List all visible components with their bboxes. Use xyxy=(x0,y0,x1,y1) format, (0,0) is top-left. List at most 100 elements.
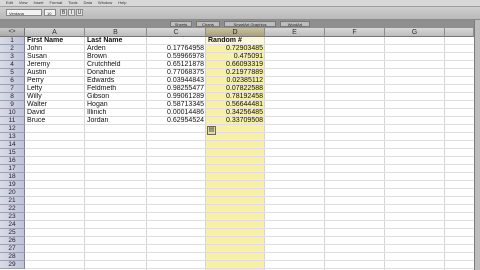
cell-random[interactable]: 0.475091 xyxy=(206,53,265,61)
cell-last-name[interactable]: Crutchfield xyxy=(85,61,147,69)
cell-value-c[interactable]: 0.98255477 xyxy=(147,85,206,93)
header-random[interactable]: Random # xyxy=(206,37,265,45)
underline-button[interactable]: U xyxy=(76,9,83,16)
cell-first-name[interactable]: Austin xyxy=(25,69,85,77)
font-name-select[interactable]: Verdana xyxy=(6,9,42,16)
row-header[interactable]: 10 xyxy=(0,109,25,117)
cell-last-name[interactable]: Hogan xyxy=(85,101,147,109)
row-header[interactable]: 14 xyxy=(0,141,25,149)
row-header[interactable]: 1 xyxy=(0,37,25,45)
bold-button[interactable]: B xyxy=(60,9,67,16)
tab-sheets[interactable]: Sheets xyxy=(170,21,192,27)
cell-first-name[interactable]: Bruce xyxy=(25,117,85,125)
cell-first-name[interactable]: David xyxy=(25,109,85,117)
menu-item[interactable]: View xyxy=(19,0,28,5)
vertical-scrollbar[interactable] xyxy=(474,20,480,270)
cell-random[interactable]: 0.33709508 xyxy=(206,117,265,125)
row-header[interactable]: 27 xyxy=(0,245,25,253)
tab-smartart[interactable]: SmartArt Graphics xyxy=(224,21,276,27)
cell-first-name[interactable]: Susan xyxy=(25,53,85,61)
row-header[interactable]: 28 xyxy=(0,253,25,261)
cell-last-name[interactable]: Brown xyxy=(85,53,147,61)
row-header[interactable]: 9 xyxy=(0,101,25,109)
cell-random[interactable]: 0.21977889 xyxy=(206,69,265,77)
menu-item[interactable]: Window xyxy=(98,0,112,5)
row-header[interactable]: 7 xyxy=(0,85,25,93)
row-header[interactable]: 22 xyxy=(0,205,25,213)
row-header[interactable]: 18 xyxy=(0,173,25,181)
row-header[interactable]: 25 xyxy=(0,229,25,237)
cell-last-name[interactable]: Edwards xyxy=(85,77,147,85)
cell-first-name[interactable]: Perry xyxy=(25,77,85,85)
spreadsheet-grid[interactable]: <> A B C D E F G 1 2 3 4 5 6 7 8 9 10 11 12 13 14 15 16 17 18 19 2… xyxy=(0,28,474,270)
column-header-f[interactable]: F xyxy=(325,28,385,37)
menu-item[interactable]: Help xyxy=(118,0,126,5)
row-header[interactable]: 13 xyxy=(0,133,25,141)
cell-value-c[interactable]: 0.17764958 xyxy=(147,45,206,53)
cell-random[interactable]: 0.66093319 xyxy=(206,61,265,69)
cell-last-name[interactable]: Gibson xyxy=(85,93,147,101)
row-header[interactable]: 15 xyxy=(0,149,25,157)
header-last-name[interactable]: Last Name xyxy=(85,37,147,45)
row-header[interactable]: 8 xyxy=(0,93,25,101)
cell-first-name[interactable]: Willy xyxy=(25,93,85,101)
menu-item[interactable]: Data xyxy=(84,0,92,5)
row-header[interactable]: 26 xyxy=(0,237,25,245)
paste-options-icon[interactable]: ▤ xyxy=(207,126,216,135)
cell-first-name[interactable]: Jeremy xyxy=(25,61,85,69)
cell-random[interactable]: 0.07822588 xyxy=(206,85,265,93)
cell-value-c[interactable]: 0.65121878 xyxy=(147,61,206,69)
row-header[interactable]: 5 xyxy=(0,69,25,77)
menu-item[interactable]: Tools xyxy=(68,0,77,5)
tab-wordart[interactable]: WordArt xyxy=(280,21,310,27)
select-all-corner[interactable]: <> xyxy=(0,28,25,37)
cell-last-name[interactable]: Feldmeth xyxy=(85,85,147,93)
row-header[interactable]: 17 xyxy=(0,165,25,173)
column-header-g[interactable]: G xyxy=(385,28,445,37)
row-header[interactable]: 21 xyxy=(0,197,25,205)
row-header[interactable]: 3 xyxy=(0,53,25,61)
row-header[interactable]: 23 xyxy=(0,213,25,221)
cell-last-name[interactable]: Illinich xyxy=(85,109,147,117)
cell-value-c[interactable]: 0.03944843 xyxy=(147,77,206,85)
row-header[interactable]: 11 xyxy=(0,117,25,125)
cell-value-c[interactable]: 0.99061289 xyxy=(147,93,206,101)
row-header[interactable]: 29 xyxy=(0,261,25,269)
menu-item[interactable]: Edit xyxy=(6,0,13,5)
row-header[interactable]: 2 xyxy=(0,45,25,53)
cell-first-name[interactable]: Walter xyxy=(25,101,85,109)
cell-last-name[interactable]: Jordan xyxy=(85,117,147,125)
menu-item[interactable]: Format xyxy=(50,0,63,5)
cell-random[interactable]: 0.72903485 xyxy=(206,45,265,53)
row-header[interactable]: 19 xyxy=(0,181,25,189)
tab-charts[interactable]: Charts xyxy=(196,21,220,27)
font-size-select[interactable]: 10 xyxy=(44,9,56,16)
header-first-name[interactable]: First Name xyxy=(25,37,85,45)
row-header[interactable]: 16 xyxy=(0,157,25,165)
cell-random[interactable]: 0.78192458 xyxy=(206,93,265,101)
column-header-e[interactable]: E xyxy=(265,28,325,37)
cell-random[interactable]: 0.56644481 xyxy=(206,101,265,109)
row-header[interactable]: 12 xyxy=(0,125,25,133)
cell-value-c[interactable]: 0.62954524 xyxy=(147,117,206,125)
row-header[interactable]: 4 xyxy=(0,61,25,69)
column-header-b[interactable]: B xyxy=(85,28,147,37)
cell-value-c[interactable]: 0.00014486 xyxy=(147,109,206,117)
cell-value-c[interactable]: 0.59966978 xyxy=(147,53,206,61)
cell-random[interactable]: 0.34256485 xyxy=(206,109,265,117)
cell-last-name[interactable]: Arden xyxy=(85,45,147,53)
cell-random[interactable]: 0.02385112 xyxy=(206,77,265,85)
column-header-d[interactable]: D xyxy=(206,28,265,37)
italic-button[interactable]: I xyxy=(68,9,75,16)
menu-item[interactable]: Insert xyxy=(34,0,44,5)
cell-first-name[interactable]: Lefty xyxy=(25,85,85,93)
row-header[interactable]: 20 xyxy=(0,189,25,197)
column-header-c[interactable]: C xyxy=(147,28,206,37)
cell-first-name[interactable]: John xyxy=(25,45,85,53)
cell-value-c[interactable]: 0.58713345 xyxy=(147,101,206,109)
row-header[interactable]: 6 xyxy=(0,77,25,85)
column-header-a[interactable]: A xyxy=(25,28,85,37)
cell-last-name[interactable]: Donahue xyxy=(85,69,147,77)
cell-value-c[interactable]: 0.77068375 xyxy=(147,69,206,77)
row-header[interactable]: 24 xyxy=(0,221,25,229)
